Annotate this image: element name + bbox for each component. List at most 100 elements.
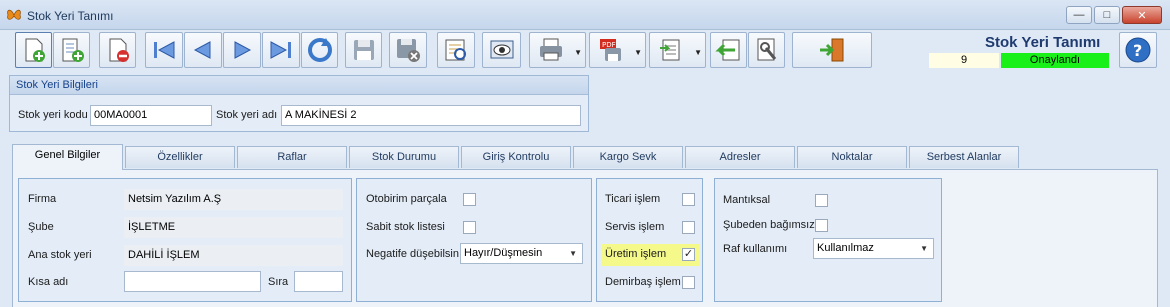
new-sub-button[interactable]: [53, 32, 90, 68]
code-field[interactable]: 00MA0001: [90, 105, 212, 126]
sube-label: Şube: [28, 221, 54, 233]
tab-stock-status[interactable]: Stok Durumu: [349, 146, 459, 168]
delete-icon: [109, 38, 129, 62]
last-record-icon: [270, 41, 291, 59]
help-button[interactable]: ?: [1119, 32, 1157, 68]
negatif-label: Negatife düşebilsin: [366, 248, 459, 260]
raf-select[interactable]: Kullanılmaz ▼: [813, 238, 934, 259]
title-bar: Stok Yeri Tanımı — □ ✕: [0, 0, 1170, 30]
print-button[interactable]: ▼: [529, 32, 586, 68]
exit-button[interactable]: [792, 32, 872, 68]
tab-features[interactable]: Özellikler: [125, 146, 235, 168]
view-icon: [490, 40, 513, 59]
butterfly-icon: [7, 9, 21, 20]
previous-record-button[interactable]: [184, 32, 222, 68]
settings-button[interactable]: [748, 32, 785, 68]
first-record-button[interactable]: [145, 32, 183, 68]
svg-text:?: ?: [1133, 41, 1142, 60]
sube-field: İŞLETME: [124, 217, 343, 238]
chevron-down-icon: ▼: [569, 249, 577, 258]
tab-entry-control[interactable]: Giriş Kontrolu: [461, 146, 571, 168]
ticari-checkbox[interactable]: [682, 193, 695, 206]
save-cancel-button[interactable]: [389, 32, 427, 68]
kisa-field[interactable]: [124, 271, 261, 292]
import-button[interactable]: ▼: [649, 32, 706, 68]
exit-icon: [820, 38, 844, 62]
code-label: Stok yeri kodu: [18, 109, 88, 121]
new-icon: [25, 38, 45, 62]
previous-record-icon: [193, 41, 211, 59]
uretim-label: Üretim işlem: [605, 248, 667, 260]
name-label: Stok yeri adı: [216, 109, 278, 121]
tab-content: Firma Netsim Yazılım A.Ş Şube İŞLETME An…: [12, 169, 1158, 307]
window-title: Stok Yeri Tanımı: [27, 9, 114, 23]
operation-types-panel: Ticari işlem Servis işlem Üretim işlem ✓…: [596, 178, 703, 302]
servis-checkbox[interactable]: [682, 221, 695, 234]
chevron-down-icon: ▼: [920, 244, 928, 253]
settings-icon: [757, 38, 776, 61]
print-icon: [539, 38, 562, 61]
demirbas-label: Demirbaş işlem: [605, 276, 681, 288]
new-button[interactable]: [15, 32, 52, 68]
close-window-button[interactable]: ✕: [1122, 6, 1162, 24]
subeden-label: Şubeden bağımsız: [723, 219, 815, 231]
ana-stok-label: Ana stok yeri: [28, 249, 92, 261]
tab-addresses[interactable]: Adresler: [685, 146, 795, 168]
first-record-icon: [154, 41, 175, 59]
pdf-export-button[interactable]: PDF ▼: [589, 32, 646, 68]
firma-field: Netsim Yazılım A.Ş: [124, 189, 343, 210]
negatif-value: Hayır/Düşmesin: [464, 247, 543, 259]
preview-button[interactable]: [437, 32, 475, 68]
chevron-down-icon[interactable]: ▼: [694, 48, 702, 57]
import-icon: [659, 39, 679, 61]
mantiksal-checkbox[interactable]: [815, 194, 828, 207]
tab-free-fields[interactable]: Serbest Alanlar: [909, 146, 1019, 168]
minimize-button[interactable]: —: [1066, 6, 1092, 24]
tab-general[interactable]: Genel Bilgiler: [12, 144, 123, 170]
sira-field[interactable]: [294, 271, 343, 292]
negatif-select[interactable]: Hayır/Düşmesin ▼: [460, 243, 583, 264]
group-title: Stok Yeri Bilgileri: [10, 76, 588, 95]
preview-icon: [445, 39, 466, 61]
sabit-label: Sabit stok listesi: [366, 221, 445, 233]
next-record-icon: [234, 41, 252, 59]
save-icon: [353, 40, 374, 60]
tab-shelves[interactable]: Raflar: [237, 146, 347, 168]
name-field[interactable]: A MAKİNESİ 2: [281, 105, 581, 126]
subeden-checkbox[interactable]: [815, 219, 828, 232]
tab-cargo[interactable]: Kargo Sevk: [573, 146, 683, 168]
tab-points[interactable]: Noktalar: [797, 146, 907, 168]
stock-location-info-group: Stok Yeri Bilgileri Stok yeri kodu 00MA0…: [9, 75, 589, 132]
save-button[interactable]: [345, 32, 382, 68]
firma-label: Firma: [28, 193, 57, 205]
demirbas-checkbox[interactable]: [682, 276, 695, 289]
status-badge: Onaylandı: [1001, 53, 1109, 68]
delete-button[interactable]: [99, 32, 136, 68]
view-button[interactable]: [482, 32, 521, 68]
otobirim-label: Otobirim parçala: [366, 193, 447, 205]
stock-options-panel: Otobirim parçala Sabit stok listesi Nega…: [356, 178, 592, 302]
chevron-down-icon[interactable]: ▼: [574, 48, 582, 57]
record-number: 9: [929, 53, 999, 68]
sabit-checkbox[interactable]: [463, 221, 476, 234]
servis-label: Servis işlem: [605, 221, 665, 233]
sira-label: Sıra: [268, 276, 289, 288]
raf-value: Kullanılmaz: [817, 242, 874, 254]
ana-stok-field: DAHİLİ İŞLEM: [124, 245, 343, 266]
kisa-label: Kısa adı: [28, 276, 69, 288]
back-icon: [714, 39, 739, 61]
form-title: Stok Yeri Tanımı: [985, 34, 1101, 51]
last-record-button[interactable]: [262, 32, 300, 68]
svg-text:PDF: PDF: [602, 41, 616, 49]
uretim-checkbox[interactable]: ✓: [682, 248, 695, 261]
mantiksal-label: Mantıksal: [723, 194, 771, 206]
help-icon: ?: [1125, 37, 1151, 63]
general-panel: Firma Netsim Yazılım A.Ş Şube İŞLETME An…: [18, 178, 352, 302]
refresh-button[interactable]: [301, 32, 338, 68]
chevron-down-icon[interactable]: ▼: [634, 48, 642, 57]
misc-panel: Mantıksal Şubeden bağımsız Raf kullanımı…: [714, 178, 942, 302]
otobirim-checkbox[interactable]: [463, 193, 476, 206]
back-button[interactable]: [710, 32, 747, 68]
maximize-button[interactable]: □: [1094, 6, 1120, 24]
next-record-button[interactable]: [223, 32, 261, 68]
